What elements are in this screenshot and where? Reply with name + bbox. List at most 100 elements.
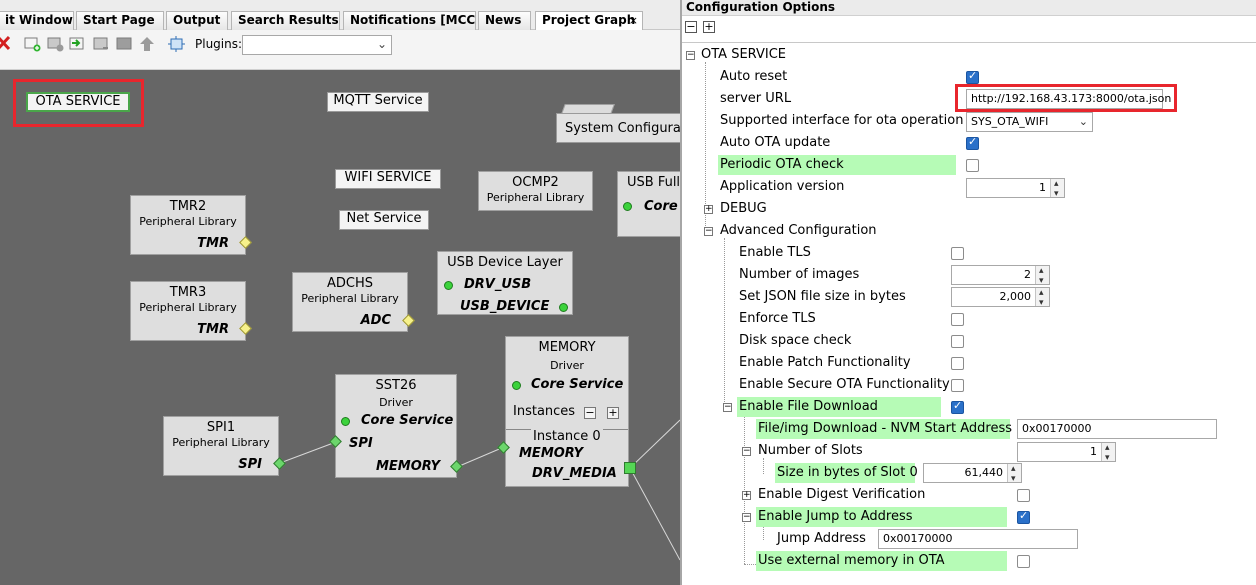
enable-patch-checkbox[interactable] [951,357,964,370]
instance-0-panel[interactable]: Instance 0 MEMORY DRV_MEDIA [506,429,628,487]
collapse-all-button[interactable]: − [685,21,697,33]
tmr3-node[interactable]: TMR3 Peripheral Library TMR [130,281,246,341]
spinner-arrows-icon[interactable] [1007,460,1021,488]
row-label: Auto OTA update [720,135,831,150]
enable-file-download-checkbox[interactable] [951,399,964,414]
spinner-arrows-icon[interactable] [1035,284,1049,312]
enable-jump-node[interactable]: Enable Jump to Address [756,507,1007,527]
ocmp2-node[interactable]: OCMP2 Peripheral Library [478,171,593,211]
import-icon[interactable] [69,36,86,52]
row-label: Enable Jump to Address [758,509,913,524]
add-component-icon[interactable] [24,36,41,52]
usb-device-layer-node[interactable]: USB Device Layer DRV_USB USB_DEVICE [437,251,573,315]
use-external-memory-checkbox[interactable] [1017,555,1030,568]
auto-ota-update-checkbox[interactable] [966,135,979,150]
disk-space-check-checkbox[interactable] [951,335,964,348]
chevron-down-icon: ⌄ [376,37,387,51]
delete-icon[interactable] [0,35,11,51]
advanced-configuration-node[interactable]: Advanced Configuration [720,221,877,241]
auto-reset-checkbox[interactable] [966,69,979,84]
adchs-node[interactable]: ADCHS Peripheral Library ADC [292,272,408,332]
port-label: MEMORY [375,459,440,474]
net-service-node[interactable]: Net Service [339,210,429,230]
row-label: Enable Digest Verification [758,487,926,502]
enable-file-download-node[interactable]: Enable File Download [737,397,941,417]
drv-media-port-connector[interactable] [624,462,636,474]
memory-node[interactable]: MEMORY Driver Core Service Instances − +… [505,336,629,487]
enable-digest-checkbox[interactable] [1017,489,1030,502]
slot-size-spinner[interactable]: 61,440 [923,460,1022,488]
add-instance-button[interactable]: + [607,407,619,419]
remove-component-icon[interactable] [47,36,64,52]
enable-secure-ota-checkbox[interactable] [951,379,964,392]
enable-digest-node[interactable]: Enable Digest Verification [758,485,925,505]
port-connector[interactable] [512,381,521,390]
number-of-slots-spinner[interactable]: 1 [1017,439,1116,467]
collapse-icon[interactable]: − [742,447,751,456]
tab-kit-window[interactable]: it Window [0,11,74,30]
port-label: Core [644,199,678,214]
collapse-icon[interactable]: − [686,51,695,60]
port-connector[interactable] [341,417,350,426]
json-file-size-spinner[interactable]: 2,000 [951,284,1050,312]
port-label: Core Service [531,377,624,392]
tab-search-results[interactable]: Search Results [231,11,340,30]
tab-news[interactable]: News [478,11,531,30]
graph-canvas[interactable]: OTA SERVICE MQTT Service System Configur… [0,70,680,585]
enable-secure-ota-row: Enable Secure OTA Functionality [739,375,950,395]
spinner-arrows-icon[interactable] [1101,439,1115,467]
application-version-spinner[interactable]: 1 [966,175,1065,203]
debug-node[interactable]: DEBUG [720,199,767,219]
up-arrow-icon[interactable] [139,36,156,52]
row-label: Auto reset [720,69,788,84]
sst26-node[interactable]: SST26 Driver Core Service SPI MEMORY [335,374,457,478]
tab-start-page[interactable]: Start Page [76,11,164,30]
port-label: SPI [349,436,373,451]
tab-project-graph[interactable]: Project Graph × [535,11,643,30]
collapse-icon[interactable]: − [742,513,751,522]
expand-all-button[interactable]: + [703,21,715,33]
save-icon[interactable] [116,36,133,52]
tab-output[interactable]: Output [166,11,228,30]
expand-icon[interactable]: + [742,491,751,500]
close-icon[interactable]: × [629,12,638,29]
collapse-icon[interactable]: − [723,403,732,412]
ota-service-node[interactable]: OTA SERVICE [26,92,130,112]
spinner-value: 1 [1090,445,1097,458]
enforce-tls-checkbox[interactable] [951,313,964,326]
configuration-options-title: Configuration Options [682,0,1256,16]
mqtt-service-node[interactable]: MQTT Service [327,92,429,112]
system-configuration-node[interactable]: System Configurati [556,113,680,143]
auto-reset-row: Auto reset [720,67,787,87]
collapse-icon[interactable]: − [704,227,713,236]
port-connector[interactable] [623,202,632,211]
usb-full-node[interactable]: USB Full Core [617,171,680,237]
slot-size-row: Size in bytes of Slot 0 [775,463,918,483]
plugins-dropdown[interactable]: ⌄ [242,35,392,55]
tmr2-node[interactable]: TMR2 Peripheral Library TMR [130,195,246,255]
spinner-arrows-icon[interactable] [1050,175,1064,203]
supported-interface-select[interactable]: SYS_OTA_WIFI ⌄ [966,112,1093,132]
ota-service-node[interactable]: OTA SERVICE [701,45,786,65]
wifi-service-node[interactable]: WIFI SERVICE [335,169,441,189]
expand-icon[interactable]: + [704,205,713,214]
nvm-start-address-input[interactable]: 0x00170000 [1017,419,1217,439]
export-icon[interactable] [93,36,110,52]
periodic-ota-check-checkbox[interactable] [966,159,979,172]
wifi-service-label: WIFI SERVICE [344,170,432,185]
jump-address-input[interactable]: 0x00170000 [878,529,1078,549]
number-of-slots-node[interactable]: Number of Slots [758,441,863,461]
port-connector[interactable] [559,303,568,312]
port-connector[interactable] [444,281,453,290]
number-of-images-spinner[interactable]: 2 [951,262,1050,290]
enable-tls-checkbox[interactable] [951,247,964,260]
graph-toolbar: Plugins: ⌄ [0,30,680,70]
tab-notifications[interactable]: Notifications [MCC] [343,11,476,30]
port-label: USB_DEVICE [460,299,550,314]
enable-jump-checkbox[interactable] [1017,509,1030,524]
remove-instance-button[interactable]: − [584,407,596,419]
zoom-fit-icon[interactable] [168,36,185,52]
spi1-node[interactable]: SPI1 Peripheral Library SPI [163,416,279,476]
server-url-row: server URL [720,89,791,109]
spinner-arrows-icon[interactable] [1035,262,1049,290]
